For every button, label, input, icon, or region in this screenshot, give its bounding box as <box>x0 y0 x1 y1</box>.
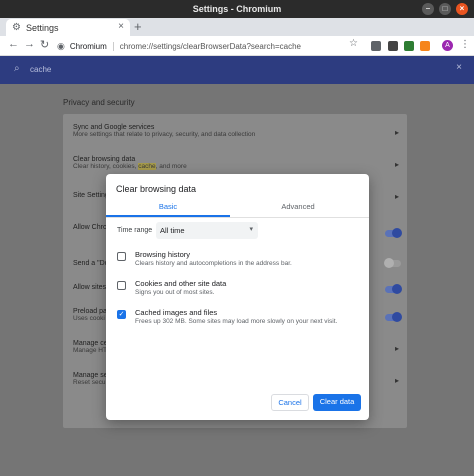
settings-search-header: ⌕ cache × <box>0 56 474 84</box>
option-title: Cached images and files <box>135 308 218 317</box>
row-title: Send a "Do <box>73 260 109 267</box>
maximize-icon[interactable]: □ <box>439 3 451 15</box>
tab-divider <box>106 217 369 218</box>
row-subtitle: Uses cooki <box>73 315 105 322</box>
tab-settings[interactable]: ⚙ Settings × <box>6 19 130 36</box>
tab-label: Settings <box>25 22 59 33</box>
settings-row-manage-security-keys[interactable]: Manage se Reset secu <box>73 372 108 386</box>
window-title: Settings - Chromium <box>192 4 282 14</box>
cached-images-checkbox[interactable]: ✓ <box>117 310 126 319</box>
search-input[interactable]: cache <box>30 65 51 74</box>
url-text[interactable]: chrome://settings/clearBrowserData?searc… <box>120 42 301 51</box>
time-range-select[interactable]: All time ▾ <box>156 222 258 239</box>
toggle-knob <box>392 312 402 322</box>
menu-kebab-icon[interactable]: ⋮ <box>460 39 470 50</box>
option-title: Cookies and other site data <box>135 279 227 288</box>
settings-row-preload[interactable]: Preload pa Uses cooki <box>73 308 107 322</box>
search-highlight: cache <box>138 163 156 170</box>
extension-shield-icon[interactable] <box>371 41 381 51</box>
row-subtitle: Manage HT <box>73 347 107 354</box>
settings-row-clear-browsing-data[interactable]: Clear browsing data Clear history, cooki… <box>73 156 187 170</box>
extension-green-icon[interactable] <box>404 41 414 51</box>
avatar[interactable]: A <box>442 40 453 51</box>
site-chip: Chromium <box>70 41 114 51</box>
cookies-checkbox[interactable] <box>117 281 126 290</box>
row-subtitle-before: Clear history, cookies, <box>73 163 139 170</box>
row-title: Clear browsing data <box>73 156 136 163</box>
bookmark-star-icon[interactable]: ☆ <box>349 38 358 49</box>
chevron-right-icon: ▸ <box>394 128 399 137</box>
section-title: Privacy and security <box>63 98 135 107</box>
row-subtitle: More settings that relate to privacy, se… <box>73 131 256 138</box>
close-window-icon[interactable]: × <box>456 3 468 15</box>
chevron-right-icon: ▸ <box>394 192 399 201</box>
preload-toggle[interactable] <box>385 312 402 322</box>
chevron-right-icon: ▸ <box>394 160 399 169</box>
row-subtitle-after: , and more <box>155 163 187 170</box>
toggle-knob <box>384 258 394 268</box>
site-info-icon[interactable]: ◉ <box>57 41 65 52</box>
allow-sites-toggle[interactable] <box>385 284 402 294</box>
window-titlebar: Settings - Chromium – □ × <box>0 0 474 18</box>
tab-advanced[interactable]: Advanced <box>236 202 360 217</box>
clear-browsing-data-dialog: Clear browsing data Basic Advanced Time … <box>106 174 369 420</box>
settings-row-allow-sites[interactable]: Allow sites <box>73 284 106 291</box>
option-subtitle: Signs you out of most sites. <box>135 289 215 296</box>
do-not-track-toggle[interactable] <box>384 258 401 268</box>
row-title: Manage ce <box>73 340 108 347</box>
reload-icon[interactable]: ↻ <box>40 38 49 51</box>
window-controls: – □ × <box>422 3 468 15</box>
chevron-right-icon: ▸ <box>394 344 399 353</box>
extension-dark-icon[interactable] <box>388 41 398 51</box>
clear-search-icon[interactable]: × <box>456 62 462 73</box>
gear-icon: ⚙ <box>12 22 21 33</box>
settings-row-manage-certificates[interactable]: Manage ce Manage HT <box>73 340 108 354</box>
cancel-button[interactable]: Cancel <box>271 394 309 411</box>
row-title: Sync and Google services <box>73 124 155 131</box>
settings-row-do-not-track[interactable]: Send a "Do <box>73 260 109 267</box>
forward-icon[interactable]: → <box>24 38 35 50</box>
settings-row-sync[interactable]: Sync and Google services More settings t… <box>73 124 255 138</box>
allow-signin-toggle[interactable] <box>385 228 402 238</box>
option-subtitle: Clears history and autocompletions in th… <box>135 260 292 267</box>
back-icon[interactable]: ← <box>8 38 19 50</box>
chevron-right-icon: ▸ <box>394 376 399 385</box>
row-subtitle: Clear history, cookies, cache, and more <box>73 163 187 170</box>
toggle-knob <box>392 284 402 294</box>
new-tab-button[interactable]: + <box>134 18 142 36</box>
search-icon: ⌕ <box>14 63 20 74</box>
tab-basic[interactable]: Basic <box>106 202 230 217</box>
browser-toolbar: ← → ↻ ◉ Chromium chrome://settings/clear… <box>0 36 474 56</box>
row-title: Allow sites <box>73 284 107 291</box>
time-range-value: All time <box>160 226 185 235</box>
dropdown-caret-icon: ▾ <box>249 226 253 233</box>
row-title: Preload pa <box>73 308 107 315</box>
close-tab-icon[interactable]: × <box>118 21 124 32</box>
browsing-history-checkbox[interactable] <box>117 252 126 261</box>
option-subtitle: Frees up 302 MB. Some sites may load mor… <box>135 318 338 325</box>
address-bar[interactable]: ◉ Chromium chrome://settings/clearBrowse… <box>57 38 363 54</box>
clear-data-button[interactable]: Clear data <box>313 394 361 411</box>
row-subtitle: Reset secu <box>73 379 106 386</box>
tab-strip: ⚙ Settings × + <box>0 18 474 36</box>
option-title: Browsing history <box>135 250 191 259</box>
dialog-title: Clear browsing data <box>116 184 197 194</box>
toggle-knob <box>392 228 402 238</box>
row-title: Manage se <box>73 372 108 379</box>
time-range-label: Time range <box>117 227 153 234</box>
minimize-icon[interactable]: – <box>422 3 434 15</box>
metamask-icon[interactable] <box>420 41 430 51</box>
